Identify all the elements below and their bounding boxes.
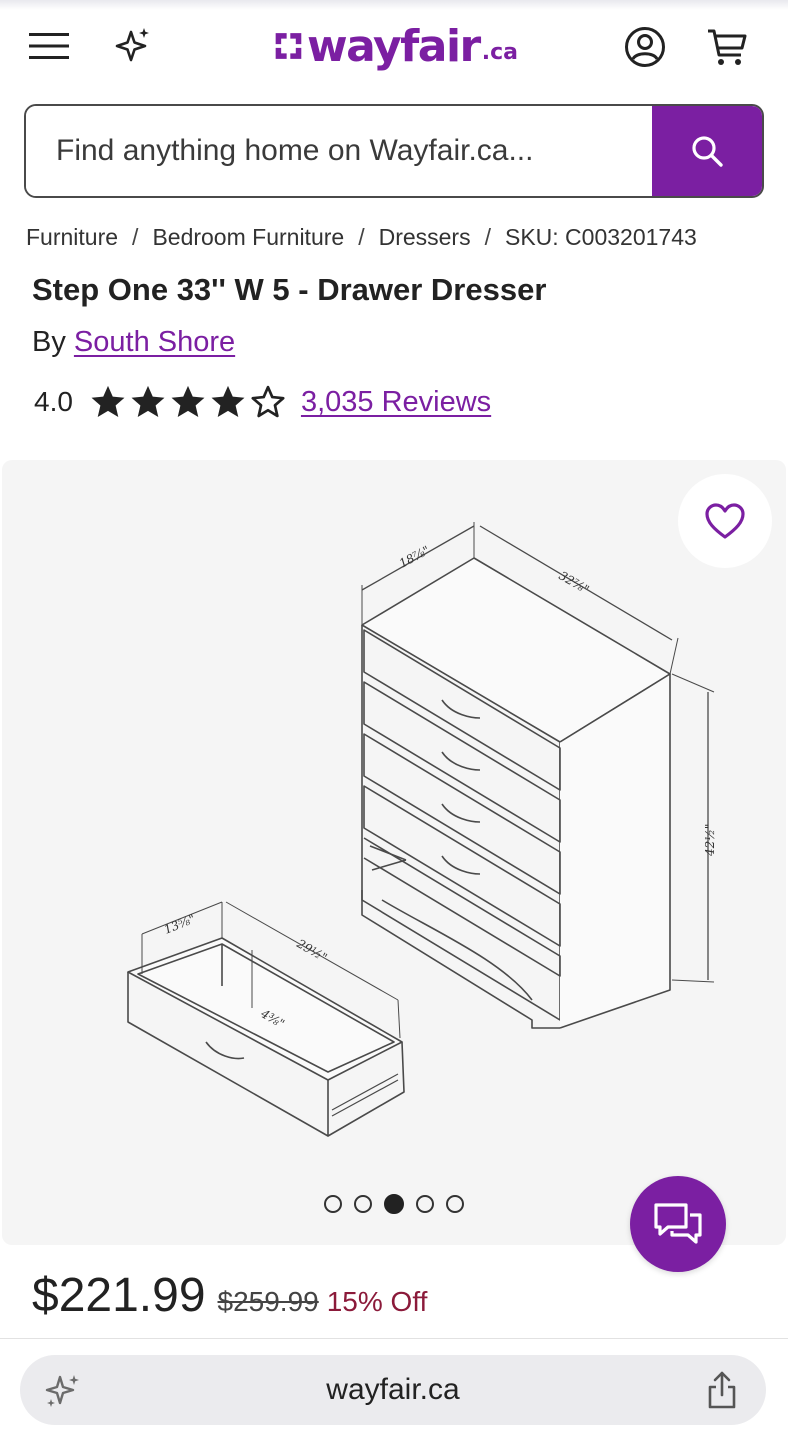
share-icon[interactable] (704, 1369, 740, 1411)
url-field[interactable]: wayfair.ca (20, 1355, 766, 1425)
original-price: $259.99 (217, 1286, 319, 1317)
favorite-button[interactable] (678, 474, 772, 568)
price-row: $221.99 $259.99 15% Off (32, 1268, 427, 1332)
search-bar (24, 104, 764, 198)
site-header: wayfair .ca (0, 0, 788, 96)
breadcrumb-item-bedroom-furniture[interactable]: Bedroom Furniture (152, 224, 344, 251)
status-shadow (0, 0, 788, 10)
product-image-gallery[interactable]: 18⅞" 32⅞" 42½" 13⅝" 29½" 4⅜" (2, 460, 786, 1245)
breadcrumb-item-furniture[interactable]: Furniture (26, 224, 118, 251)
sparkle-icon (115, 28, 149, 62)
star-outline-icon (251, 385, 285, 418)
ai-assistant-button[interactable] (106, 20, 160, 72)
dim-width: 32⅞" (557, 568, 592, 596)
breadcrumb-separator: / (484, 223, 491, 250)
product-rating: 4.0 3,035 Reviews (34, 380, 491, 424)
discount-label: 15% Off (326, 1286, 428, 1317)
logo-wordmark: wayfair (306, 20, 481, 72)
cart-button[interactable] (700, 20, 754, 74)
gallery-dot[interactable] (324, 1195, 342, 1213)
browser-address-bar: wayfair.ca (0, 1338, 788, 1440)
star-filled-icon (91, 385, 125, 418)
breadcrumb-sku: SKU: C003201743 (504, 223, 697, 250)
gallery-dot[interactable] (446, 1195, 464, 1213)
wayfair-logo[interactable]: wayfair .ca (272, 18, 518, 74)
gallery-dot-active[interactable] (384, 1194, 404, 1214)
chat-button[interactable] (630, 1176, 726, 1272)
current-price: $221.99 (32, 1269, 206, 1322)
star-filled-icon (171, 385, 205, 418)
logo-mark-icon (275, 33, 302, 59)
sparkle-icon (45, 1375, 79, 1407)
breadcrumb-separator: / (358, 223, 365, 250)
dim-drawer-depth: 13⅝" (162, 912, 197, 937)
by-label: By (32, 326, 66, 358)
gallery-dot[interactable] (354, 1195, 372, 1213)
breadcrumb-item-dressers[interactable]: Dressers (379, 224, 471, 251)
account-icon (625, 27, 665, 67)
star-filled-icon (131, 385, 165, 418)
breadcrumb: Furniture / Bedroom Furniture / Dressers… (26, 222, 766, 252)
menu-button[interactable] (22, 22, 76, 70)
heart-icon (705, 503, 745, 539)
search-button[interactable] (652, 106, 762, 196)
hamburger-menu-icon (29, 33, 69, 59)
logo-tld: .ca (481, 39, 518, 65)
gallery-pagination (324, 1194, 464, 1214)
search-input[interactable] (26, 106, 652, 196)
dim-drawer-width: 29½" (294, 936, 330, 965)
gallery-dot[interactable] (416, 1195, 434, 1213)
cart-icon (708, 29, 747, 65)
product-brand-line: By South Shore (32, 326, 235, 359)
url-text: wayfair.ca (326, 1373, 460, 1406)
account-button[interactable] (618, 20, 672, 74)
rating-score: 4.0 (34, 386, 73, 417)
search-icon (692, 136, 723, 167)
brand-link[interactable]: South Shore (74, 326, 235, 358)
dim-depth: 18⅞" (397, 543, 432, 571)
product-title: Step One 33'' W 5 - Drawer Dresser (32, 272, 547, 307)
reviews-link[interactable]: 3,035 Reviews (301, 386, 491, 419)
dim-height: 42½" (703, 824, 717, 857)
dresser-dimension-drawing: 18⅞" 32⅞" 42½" 13⅝" 29½" 4⅜" (127, 522, 717, 1137)
star-filled-icon (211, 385, 245, 418)
rating-stars (89, 383, 287, 421)
breadcrumb-separator: / (132, 223, 139, 250)
chat-bubbles-icon (654, 1203, 702, 1244)
